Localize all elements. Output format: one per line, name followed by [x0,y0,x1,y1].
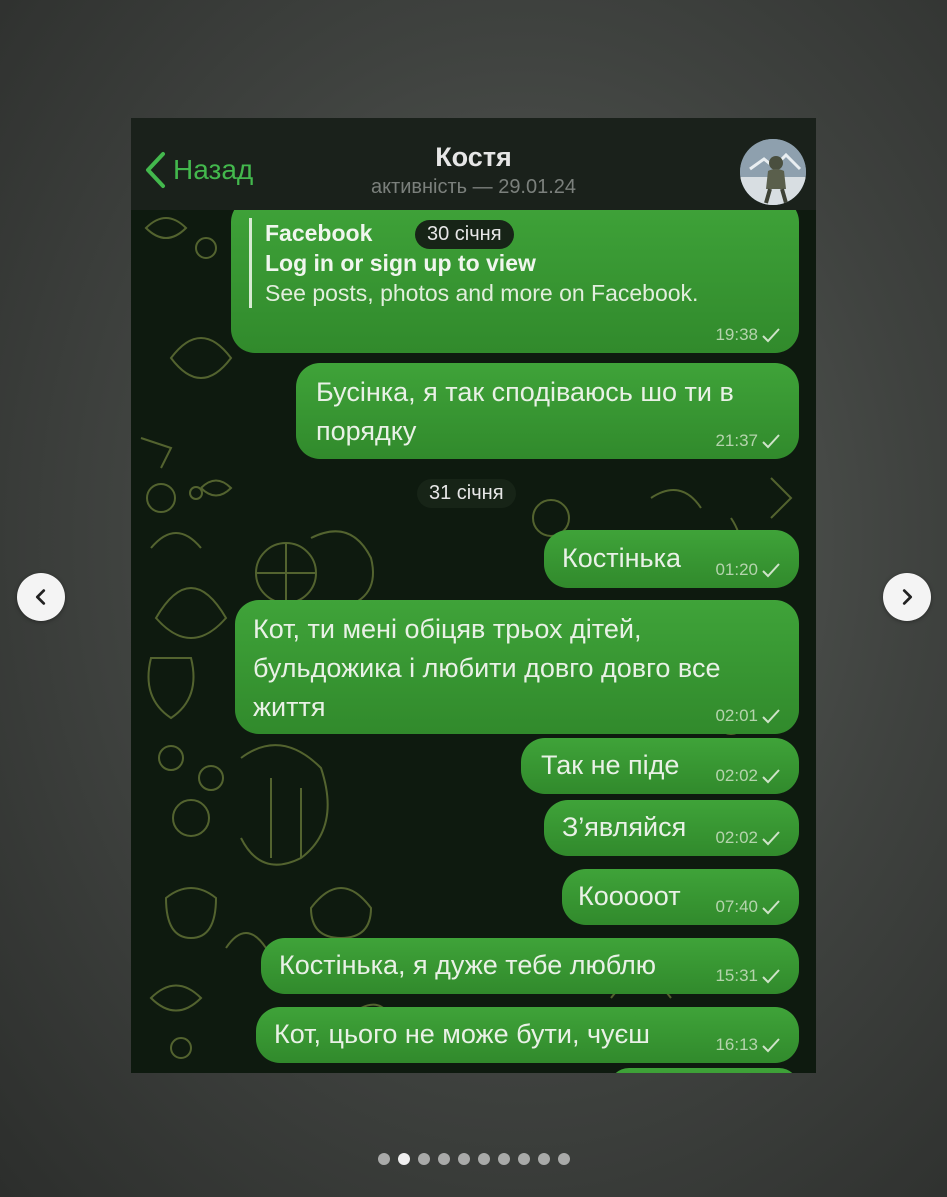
message-meta: 02:02 [715,766,781,786]
date-separator: 31 січня [417,479,516,508]
checkmark-icon [762,831,780,846]
message-bubble[interactable]: Кот, цього не може бути, чуєш 16:13 [256,1007,799,1063]
message-time: 15:31 [715,966,758,985]
carousel-dot-active[interactable] [398,1153,410,1165]
message-bubble[interactable]: Костінька, я дуже тебе люблю 15:31 [261,938,799,994]
link-preview-site: Facebook [265,220,373,246]
contact-name[interactable]: Костя [131,142,816,173]
message-meta: 07:40 [715,897,781,917]
carousel-dot[interactable] [538,1153,550,1165]
message-time: 02:01 [715,706,758,725]
message-time: 02:02 [715,766,758,785]
checkmark-icon [762,328,780,343]
message-time: 21:37 [715,431,758,450]
message-meta: 01:20 [715,560,781,580]
message-bubble[interactable]: Бусінка, я так сподіваюсь шо ти в порядк… [296,363,799,459]
chat-screenshot: Назад Костя активність — 29.01.24 Facebo… [131,118,816,1073]
carousel-prev-button[interactable] [17,573,65,621]
message-text: Бусінка, я так сподіваюсь шо ти в порядк… [316,377,734,446]
message-time: 02:02 [715,828,758,847]
avatar[interactable] [740,139,806,205]
date-separator: 30 січня [415,220,514,249]
carousel-dot[interactable] [418,1153,430,1165]
message-bubble-partial[interactable] [609,1068,799,1073]
checkmark-icon [762,969,780,984]
message-meta: 21:37 [715,431,781,451]
chevron-left-icon [35,589,46,605]
checkmark-icon [762,1038,780,1053]
message-bubble[interactable]: З’являйся 02:02 [544,800,799,856]
last-seen-status: активність — 29.01.24 [370,176,577,198]
carousel-dot[interactable] [378,1153,390,1165]
message-time: 19:38 [715,325,758,344]
message-bubble[interactable]: Костінька 01:20 [544,530,799,588]
message-time: 01:20 [715,560,758,579]
message-text: Кот, цього не може бути, чуєш [274,1019,650,1049]
carousel-dots [378,1153,570,1165]
chat-header: Назад Костя активність — 29.01.24 [131,118,816,210]
checkmark-icon [762,900,780,915]
message-time: 07:40 [715,897,758,916]
link-preview[interactable]: Facebook Log in or sign up to view See p… [249,218,781,308]
message-meta: 15:31 [715,966,781,986]
message-bubble[interactable]: Кооооот 07:40 [562,869,799,925]
carousel-dot[interactable] [498,1153,510,1165]
message-meta: 02:01 [715,706,781,726]
carousel-dot[interactable] [518,1153,530,1165]
carousel-dot[interactable] [478,1153,490,1165]
checkmark-icon [762,434,780,449]
message-text: Костінька, я дуже тебе люблю [279,950,656,980]
carousel-dot[interactable] [558,1153,570,1165]
message-bubble[interactable]: Кот, ти мені обіцяв трьох дітей, бульдож… [235,600,799,734]
message-meta: 19:38 [715,325,781,345]
checkmark-icon [762,563,780,578]
checkmark-icon [762,769,780,784]
message-text: Кот, ти мені обіцяв трьох дітей, бульдож… [253,614,721,722]
message-time: 16:13 [715,1035,758,1054]
carousel-dot[interactable] [458,1153,470,1165]
link-preview-headline: Log in or sign up to view [265,250,536,276]
link-preview-message[interactable]: Facebook Log in or sign up to view See p… [231,198,799,353]
checkmark-icon [762,709,780,724]
link-preview-description: See posts, photos and more on Facebook. [265,280,699,306]
carousel-dot[interactable] [438,1153,450,1165]
carousel-next-button[interactable] [883,573,931,621]
chevron-right-icon [902,589,913,605]
message-bubble[interactable]: Так не піде 02:02 [521,738,799,794]
message-meta: 02:02 [715,828,781,848]
message-meta: 16:13 [715,1035,781,1055]
